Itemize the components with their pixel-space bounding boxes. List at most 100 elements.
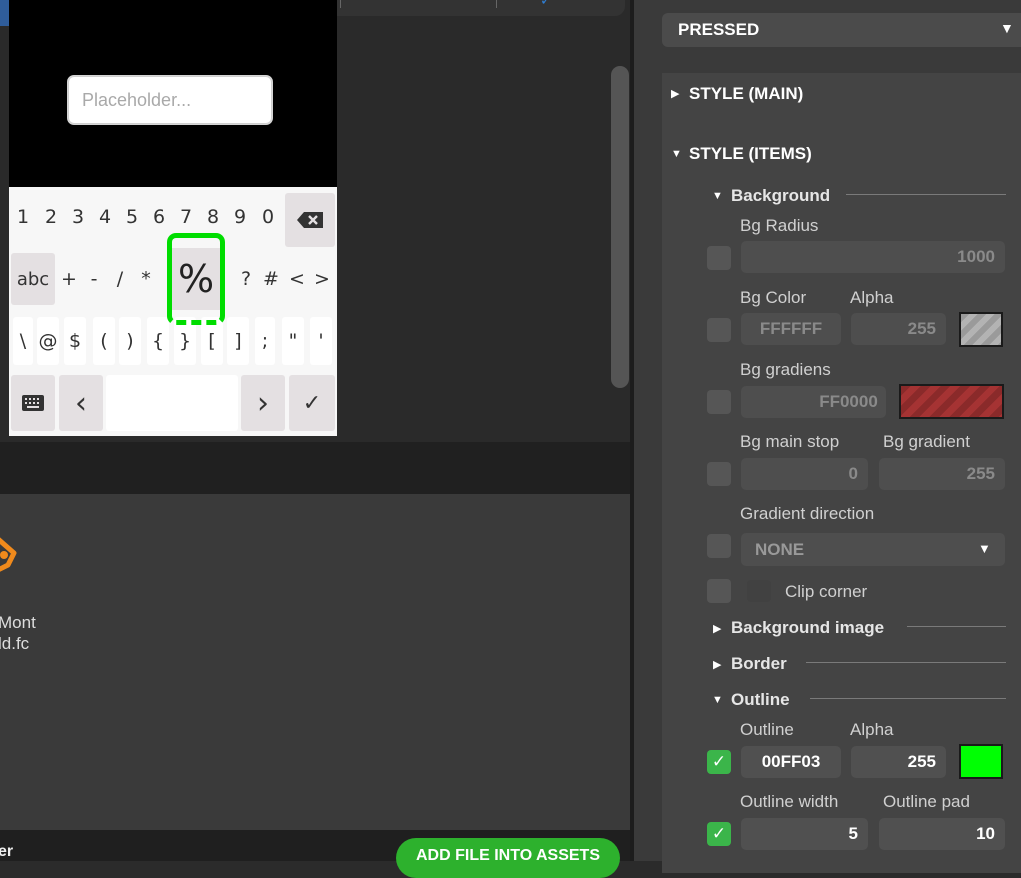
key[interactable]: / bbox=[111, 253, 129, 305]
bg-radius-label: Bg Radius bbox=[740, 216, 819, 235]
ok-key[interactable]: ✓ bbox=[289, 375, 335, 431]
bg-alpha-field[interactable]: 255 bbox=[851, 313, 946, 345]
key[interactable]: 5 bbox=[121, 195, 143, 239]
outline-checkbox[interactable]: ✓ bbox=[707, 750, 731, 774]
outline-alpha-field[interactable]: 255 bbox=[851, 746, 946, 778]
toolbar-strip bbox=[320, 0, 625, 16]
key[interactable]: * bbox=[137, 253, 155, 305]
key[interactable]: ' bbox=[310, 317, 332, 365]
key[interactable]: ] bbox=[227, 317, 249, 365]
state-dropdown[interactable]: PRESSED bbox=[662, 13, 1021, 47]
bg-color-checkbox[interactable] bbox=[707, 318, 731, 342]
bg-gradient-label: Bg gradiens bbox=[740, 360, 831, 379]
group-background-image[interactable]: Background image bbox=[731, 618, 884, 638]
key[interactable]: { bbox=[147, 317, 169, 365]
alpha-label: Alpha bbox=[850, 720, 894, 739]
key[interactable]: > bbox=[312, 253, 332, 305]
bg-color-swatch[interactable] bbox=[959, 312, 1003, 347]
section-style-main[interactable]: STYLE (MAIN) bbox=[689, 84, 803, 104]
outline-width-field[interactable]: 5 bbox=[741, 818, 868, 850]
footer-label: er bbox=[0, 843, 14, 860]
key[interactable]: ) bbox=[119, 317, 141, 365]
expanded-arrow-icon[interactable]: ▼ bbox=[712, 694, 723, 706]
divider-line bbox=[846, 194, 1006, 195]
bg-color-field[interactable]: FFFFFF bbox=[741, 313, 841, 345]
gradient-stop-field[interactable]: 255 bbox=[879, 458, 1005, 490]
key[interactable]: $ bbox=[64, 317, 86, 365]
key[interactable]: ; bbox=[255, 317, 275, 365]
expanded-arrow-icon[interactable]: ▼ bbox=[712, 190, 723, 202]
gradient-direction-checkbox[interactable] bbox=[707, 534, 731, 558]
group-background[interactable]: Background bbox=[731, 186, 830, 206]
main-stop-field[interactable]: 0 bbox=[741, 458, 868, 490]
divider-line bbox=[810, 698, 1006, 699]
add-file-button[interactable]: ADD FILE INTO ASSETS bbox=[396, 838, 620, 878]
dropdown-arrow-icon: ▼ bbox=[978, 541, 991, 556]
gradient-direction-label: Gradient direction bbox=[740, 504, 875, 523]
backspace-icon bbox=[297, 212, 323, 228]
group-outline[interactable]: Outline bbox=[731, 690, 790, 710]
key[interactable]: 2 bbox=[40, 195, 62, 239]
outline-width-label: Outline width bbox=[740, 792, 839, 811]
clip-corner-checkbox[interactable] bbox=[707, 579, 731, 603]
collapsed-arrow-icon[interactable]: ▶ bbox=[713, 622, 721, 635]
font-file-icon[interactable] bbox=[0, 535, 20, 595]
bg-radius-field[interactable]: 1000 bbox=[741, 241, 1005, 273]
preview-scrollbar[interactable] bbox=[611, 66, 629, 388]
file-name-line: ld.fc bbox=[0, 634, 30, 653]
mode-key[interactable]: abc bbox=[11, 253, 55, 305]
section-style-items[interactable]: STYLE (ITEMS) bbox=[689, 144, 812, 164]
textarea-preview[interactable]: Placeholder... bbox=[67, 75, 273, 125]
outline-color-field[interactable]: 00FF03 bbox=[741, 746, 841, 778]
outline-pad-label: Outline pad bbox=[883, 792, 970, 811]
key[interactable]: @ bbox=[37, 317, 59, 365]
outline-pad-field[interactable]: 10 bbox=[879, 818, 1005, 850]
group-border[interactable]: Border bbox=[731, 654, 787, 674]
bg-radius-checkbox[interactable] bbox=[707, 246, 731, 270]
main-stop-label: Bg main stop bbox=[740, 432, 840, 451]
key[interactable]: " bbox=[282, 317, 304, 365]
key[interactable]: - bbox=[85, 253, 103, 305]
key[interactable]: 6 bbox=[148, 195, 170, 239]
key[interactable]: 3 bbox=[67, 195, 89, 239]
keyboard-hide-key[interactable] bbox=[11, 375, 55, 431]
assets-panel bbox=[0, 494, 630, 830]
backspace-key[interactable] bbox=[285, 193, 335, 247]
bg-gradient-swatch[interactable] bbox=[899, 384, 1004, 419]
key[interactable]: 9 bbox=[229, 195, 251, 239]
outline-width-checkbox[interactable]: ✓ bbox=[707, 822, 731, 846]
bg-gradient-field[interactable]: FF0000 bbox=[741, 386, 886, 418]
space-key[interactable] bbox=[106, 375, 238, 431]
main-stop-checkbox[interactable] bbox=[707, 462, 731, 486]
collapsed-arrow-icon[interactable]: ▶ bbox=[671, 87, 679, 100]
cursor-left-key[interactable]: ‹ bbox=[59, 375, 103, 431]
cursor-right-key[interactable]: › bbox=[241, 375, 285, 431]
asset-file-name: Mont ld.fc bbox=[0, 612, 36, 654]
key[interactable]: ? bbox=[236, 253, 256, 305]
panel-splitter bbox=[0, 442, 630, 494]
key[interactable]: \ bbox=[13, 317, 33, 365]
file-name-line: Mont bbox=[0, 613, 36, 632]
outline-color-swatch[interactable] bbox=[959, 744, 1003, 779]
clip-corner-label: Clip corner bbox=[785, 582, 868, 601]
bg-color-label: Bg Color bbox=[740, 288, 807, 307]
pressed-key-outline bbox=[167, 233, 225, 325]
key[interactable]: 0 bbox=[257, 195, 279, 239]
divider-line bbox=[806, 662, 1006, 663]
clip-corner-toggle[interactable] bbox=[747, 580, 771, 602]
toolbar-check-icon[interactable]: ✓ bbox=[540, 0, 552, 9]
expanded-arrow-icon[interactable]: ▼ bbox=[671, 148, 682, 160]
collapsed-arrow-icon[interactable]: ▶ bbox=[713, 658, 721, 671]
key[interactable]: + bbox=[60, 253, 78, 305]
gradient-direction-dropdown[interactable]: NONE bbox=[741, 533, 1005, 566]
keyboard-icon bbox=[22, 395, 44, 411]
key[interactable]: ( bbox=[93, 317, 115, 365]
alpha-label: Alpha bbox=[850, 288, 894, 307]
key[interactable]: # bbox=[261, 253, 281, 305]
key[interactable]: 1 bbox=[13, 195, 33, 239]
key[interactable]: 4 bbox=[94, 195, 116, 239]
toolbar-separator bbox=[340, 0, 341, 8]
bg-gradient-checkbox[interactable] bbox=[707, 390, 731, 414]
key[interactable]: < bbox=[287, 253, 307, 305]
divider-line bbox=[907, 626, 1006, 627]
